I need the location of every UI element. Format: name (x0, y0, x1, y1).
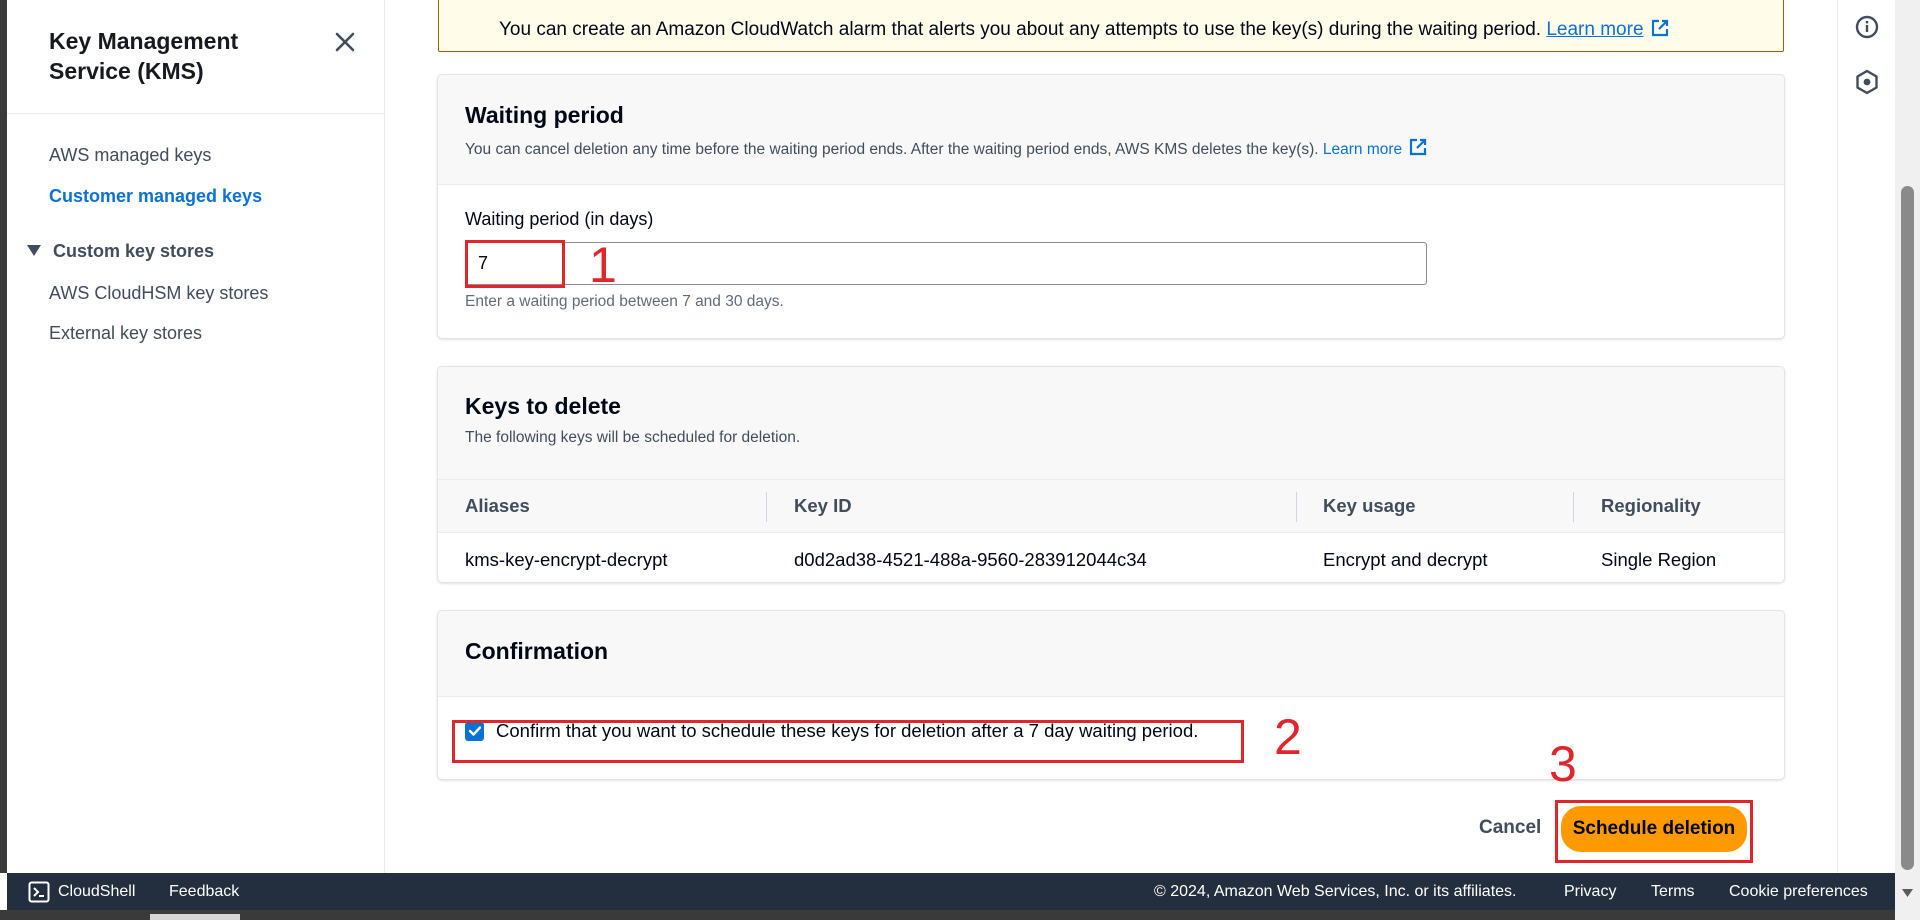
alert-message: You can create an Amazon CloudWatch alar… (499, 18, 1670, 41)
waiting-period-label: Waiting period (in days) (465, 209, 654, 229)
close-icon[interactable] (329, 26, 361, 58)
alert-text: You can create an Amazon CloudWatch alar… (499, 19, 1542, 40)
keys-to-delete-header: Keys to delete The following keys will b… (438, 367, 1784, 479)
hexagon-icon[interactable] (1854, 69, 1880, 95)
sidebar-header: Key Management Service (KMS) (7, 0, 385, 114)
scrollbar-thumb[interactable] (1901, 186, 1914, 870)
column-divider[interactable] (1296, 492, 1297, 522)
table-header: Aliases Key ID Key usage Regionality (438, 479, 1784, 533)
waiting-period-learn-more-link[interactable]: Learn more (1323, 141, 1402, 158)
feedback-link[interactable]: Feedback (169, 873, 239, 910)
cloudshell-label: CloudShell (58, 882, 136, 900)
cell-key-usage: Encrypt and decrypt (1323, 549, 1488, 570)
column-header-regionality[interactable]: Regionality (1601, 480, 1701, 532)
taskbar-strip (0, 910, 1895, 920)
column-divider[interactable] (766, 492, 767, 522)
main-content: You can create an Amazon CloudWatch alar… (386, 0, 1837, 873)
sidebar-section-label: Custom key stores (53, 240, 215, 261)
side-navigation: Key Management Service (KMS) AWS managed… (7, 0, 385, 873)
keys-to-delete-panel: Keys to delete The following keys will b… (438, 367, 1784, 582)
scroll-down-arrow-icon[interactable] (1901, 887, 1914, 899)
info-icon[interactable] (1854, 14, 1880, 40)
page-scrollbar[interactable] (1895, 0, 1920, 920)
annotation-number-1: 1 (589, 237, 617, 293)
confirm-deletion-checkbox-row[interactable]: Confirm that you want to schedule these … (465, 720, 1198, 742)
external-link-icon (1651, 19, 1668, 37)
cloudwatch-alert: You can create an Amazon CloudWatch alar… (438, 0, 1784, 52)
cell-regionality: Single Region (1601, 549, 1717, 570)
waiting-period-description-text: You can cancel deletion any time before … (465, 141, 1319, 158)
sidebar-item-customer-managed-keys[interactable]: Customer managed keys (49, 186, 262, 207)
column-header-key-id[interactable]: Key ID (794, 480, 852, 532)
cell-key-id: d0d2ad38-4521-488a-9560-283912044c34 (794, 549, 1147, 570)
column-divider[interactable] (1573, 492, 1574, 522)
confirm-deletion-checkbox[interactable] (465, 721, 484, 741)
sidebar-section-custom-key-stores[interactable]: Custom key stores (23, 240, 214, 262)
external-link-icon (1410, 138, 1427, 156)
cloudshell-button[interactable]: CloudShell (28, 873, 135, 910)
annotation-number-3: 3 (1549, 736, 1577, 792)
waiting-period-description: You can cancel deletion any time before … (465, 137, 1428, 159)
sidebar-item-aws-managed-keys[interactable]: AWS managed keys (49, 145, 211, 166)
copyright-text: © 2024, Amazon Web Services, Inc. or its… (1154, 882, 1517, 900)
sidebar-title: Key Management Service (KMS) (49, 28, 239, 84)
terms-link[interactable]: Terms (1651, 873, 1695, 910)
column-header-aliases[interactable]: Aliases (465, 480, 530, 532)
window-edge (0, 0, 7, 873)
privacy-link[interactable]: Privacy (1564, 873, 1616, 910)
console-footer: CloudShell Feedback © 2024, Amazon Web S… (7, 873, 1895, 910)
waiting-period-header: Waiting period You can cancel deletion a… (438, 75, 1784, 185)
utility-rail (1837, 0, 1895, 873)
column-header-key-usage[interactable]: Key usage (1323, 480, 1416, 532)
cancel-button[interactable]: Cancel (1467, 808, 1553, 848)
confirmation-title: Confirmation (465, 638, 609, 664)
schedule-deletion-button[interactable]: Schedule deletion (1561, 806, 1747, 852)
cookie-preferences-link[interactable]: Cookie preferences (1729, 873, 1868, 910)
waiting-period-title: Waiting period (465, 102, 624, 128)
keys-to-delete-description: The following keys will be scheduled for… (465, 429, 801, 446)
sidebar-item-external-key-stores[interactable]: External key stores (49, 323, 202, 344)
confirm-deletion-label: Confirm that you want to schedule these … (496, 720, 1199, 741)
keys-to-delete-title: Keys to delete (465, 393, 621, 419)
taskbar-tab[interactable] (150, 914, 240, 920)
annotation-number-2: 2 (1274, 709, 1302, 765)
cell-alias: kms-key-encrypt-decrypt (465, 549, 668, 570)
checkmark-icon (468, 726, 481, 736)
sidebar-item-cloudhsm-key-stores[interactable]: AWS CloudHSM key stores (49, 283, 268, 304)
confirmation-header: Confirmation (438, 611, 1784, 697)
confirmation-panel: Confirmation Confirm that you want to sc… (438, 611, 1784, 779)
waiting-period-hint: Enter a waiting period between 7 and 30 … (465, 293, 784, 310)
caret-down-icon (27, 245, 41, 256)
terminal-icon (28, 881, 50, 902)
alert-learn-more-link[interactable]: Learn more (1546, 19, 1643, 40)
waiting-period-panel: Waiting period You can cancel deletion a… (438, 75, 1784, 338)
table-row: kms-key-encrypt-decrypt d0d2ad38-4521-48… (438, 533, 1784, 582)
